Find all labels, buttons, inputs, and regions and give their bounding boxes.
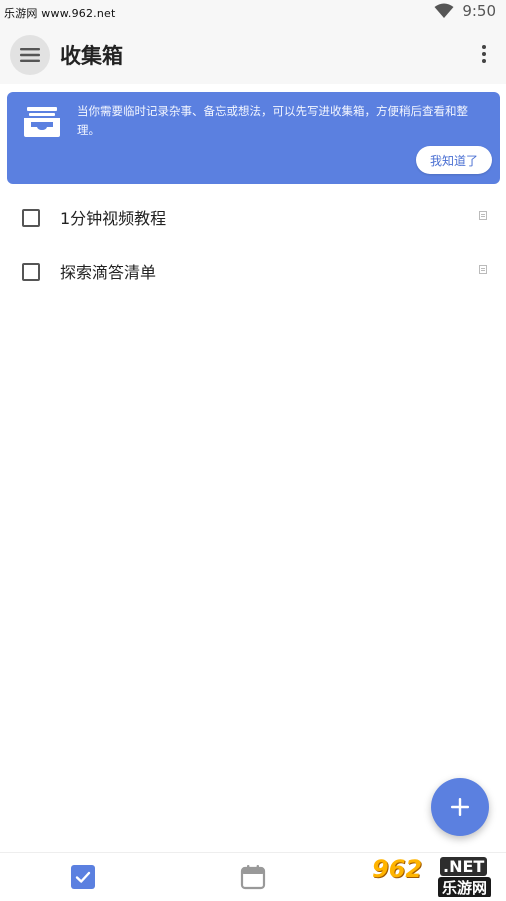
wifi-icon — [434, 3, 454, 18]
app-bar: 收集箱 — [0, 26, 506, 84]
task-checkbox[interactable] — [22, 263, 40, 281]
more-vertical-icon — [482, 52, 486, 56]
status-bar: 乐游网 www.962.net 9:50 — [0, 0, 506, 26]
task-item[interactable]: 1分钟视频教程 — [0, 190, 506, 244]
task-checkbox[interactable] — [22, 209, 40, 227]
status-indicators: 9:50 — [434, 2, 496, 20]
watermark-text: 乐游网 www.962.net — [4, 7, 116, 20]
calendar-icon[interactable] — [240, 864, 266, 890]
inbox-tray-icon — [24, 107, 60, 137]
menu-button[interactable] — [10, 35, 50, 75]
task-list: 1分钟视频教程 探索滴答清单 — [0, 190, 506, 298]
page-title: 收集箱 — [60, 44, 123, 68]
tip-text: 当你需要临时记录杂事、备忘或想法，可以先写进收集箱，方便稍后查看和整理。 — [77, 104, 468, 137]
watermark-number: 962 — [372, 855, 423, 883]
more-vertical-icon — [482, 45, 486, 49]
checkbox-tasks-icon[interactable] — [71, 865, 95, 889]
note-icon — [479, 211, 487, 220]
note-icon — [479, 265, 487, 274]
task-title: 探索滴答清单 — [60, 263, 157, 282]
status-time: 9:50 — [462, 2, 496, 20]
got-it-button[interactable]: 我知道了 — [415, 146, 492, 174]
plus-icon — [451, 798, 469, 816]
watermark-suffix: .NET — [440, 857, 488, 876]
task-title: 1分钟视频教程 — [60, 209, 167, 228]
inbox-tip-card: 当你需要临时记录杂事、备忘或想法，可以先写进收集箱，方便稍后查看和整理。 我知道… — [7, 92, 500, 184]
more-options-button[interactable] — [474, 42, 494, 66]
task-item[interactable]: 探索滴答清单 — [0, 244, 506, 298]
watermark-logo: 962 .NET 乐游网 — [366, 853, 502, 897]
more-vertical-icon — [482, 59, 486, 63]
add-task-button[interactable] — [431, 778, 489, 836]
hamburger-menu-icon — [20, 48, 40, 62]
watermark-name: 乐游网 — [438, 877, 492, 897]
